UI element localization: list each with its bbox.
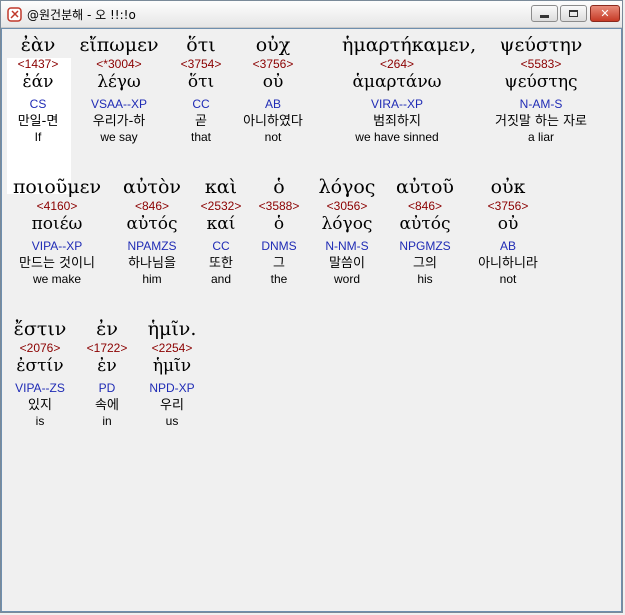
korean-gloss: 아니하였다: [243, 114, 303, 129]
minimize-icon: [540, 15, 549, 18]
app-window: @원건분해 - 오 !!:!o ✕ ἐὰν <1437> ἐάν CS 만일-면…: [0, 0, 623, 613]
parsing-code: VIRA--XP: [370, 97, 423, 111]
english-gloss: not: [499, 272, 517, 286]
close-icon: ✕: [600, 7, 610, 20]
lemma-text: οὐ: [262, 72, 284, 92]
app-icon: [7, 7, 22, 22]
greek-text: ἡμῖν.: [147, 318, 197, 340]
parsing-code: N-AM-S: [519, 97, 563, 111]
english-gloss: not: [264, 130, 282, 144]
english-gloss: we have sinned: [355, 130, 439, 144]
lemma-text: ἁμαρτάνω: [352, 72, 442, 92]
parsing-code: VIPA--XP: [31, 239, 83, 253]
interlinear-panel[interactable]: ἐὰν <1437> ἐάν CS 만일-면 If εἴπωμεν <*3004…: [1, 28, 622, 612]
minimize-button[interactable]: [531, 5, 558, 22]
korean-gloss: 거짓말 하는 자로: [495, 114, 587, 129]
maximize-button[interactable]: [560, 5, 587, 22]
strong-number: <4160>: [36, 199, 78, 213]
strong-number: <3756>: [487, 199, 529, 213]
parsing-code: AB: [499, 239, 516, 253]
english-gloss: us: [165, 414, 179, 428]
korean-gloss: 우리: [160, 398, 184, 413]
lemma-text: ποιέω: [31, 214, 83, 234]
word-block[interactable]: ἡμαρτήκαμεν, <264> ἁμαρτάνω VIRA--XP 범죄하…: [342, 33, 477, 145]
strong-number: <2254>: [151, 341, 193, 355]
korean-gloss: 범죄하지: [373, 114, 421, 129]
lemma-text: ἡμῖν: [152, 356, 192, 376]
strong-number: <264>: [379, 57, 415, 71]
word-block[interactable]: ἡμῖν. <2254> ἡμῖν NPD-XP 우리 us: [117, 317, 227, 429]
word-block[interactable]: ποιοῦμεν <4160> ποιέω VIPA--XP 만드는 것이니 w…: [2, 175, 112, 287]
word-block[interactable]: ψεύστην <5583> ψεύστης N-AM-S 거짓말 하는 자로 …: [486, 33, 596, 145]
korean-gloss: 만드는 것이니: [19, 256, 95, 271]
window-title: @원건분해 - 오 !!:!o: [27, 8, 136, 22]
greek-text: ψεύστην: [499, 34, 583, 56]
parsing-code: AB: [264, 97, 281, 111]
greek-text: οὐχ: [255, 34, 291, 56]
lemma-text: οὐ: [497, 214, 519, 234]
korean-gloss: 아니하니라: [478, 256, 538, 271]
greek-text: ποιοῦμεν: [12, 176, 102, 198]
greek-text: οὐκ: [490, 176, 526, 198]
title-bar[interactable]: @원건분해 - 오 !!:!o ✕: [1, 1, 622, 28]
strong-number: <5583>: [520, 57, 562, 71]
lemma-text: ψεύστης: [504, 72, 578, 92]
greek-text: ἡμαρτήκαμεν,: [342, 34, 477, 56]
parsing-code: NPD-XP: [149, 381, 195, 395]
strong-number: <3756>: [252, 57, 294, 71]
word-block[interactable]: οὐχ <3756> οὐ AB 아니하였다 not: [218, 33, 328, 145]
word-block[interactable]: οὐκ <3756> οὐ AB 아니하니라 not: [453, 175, 563, 287]
english-gloss: a liar: [527, 130, 554, 144]
maximize-icon: [569, 10, 578, 17]
close-button[interactable]: ✕: [590, 5, 620, 22]
english-gloss: we make: [32, 272, 82, 286]
